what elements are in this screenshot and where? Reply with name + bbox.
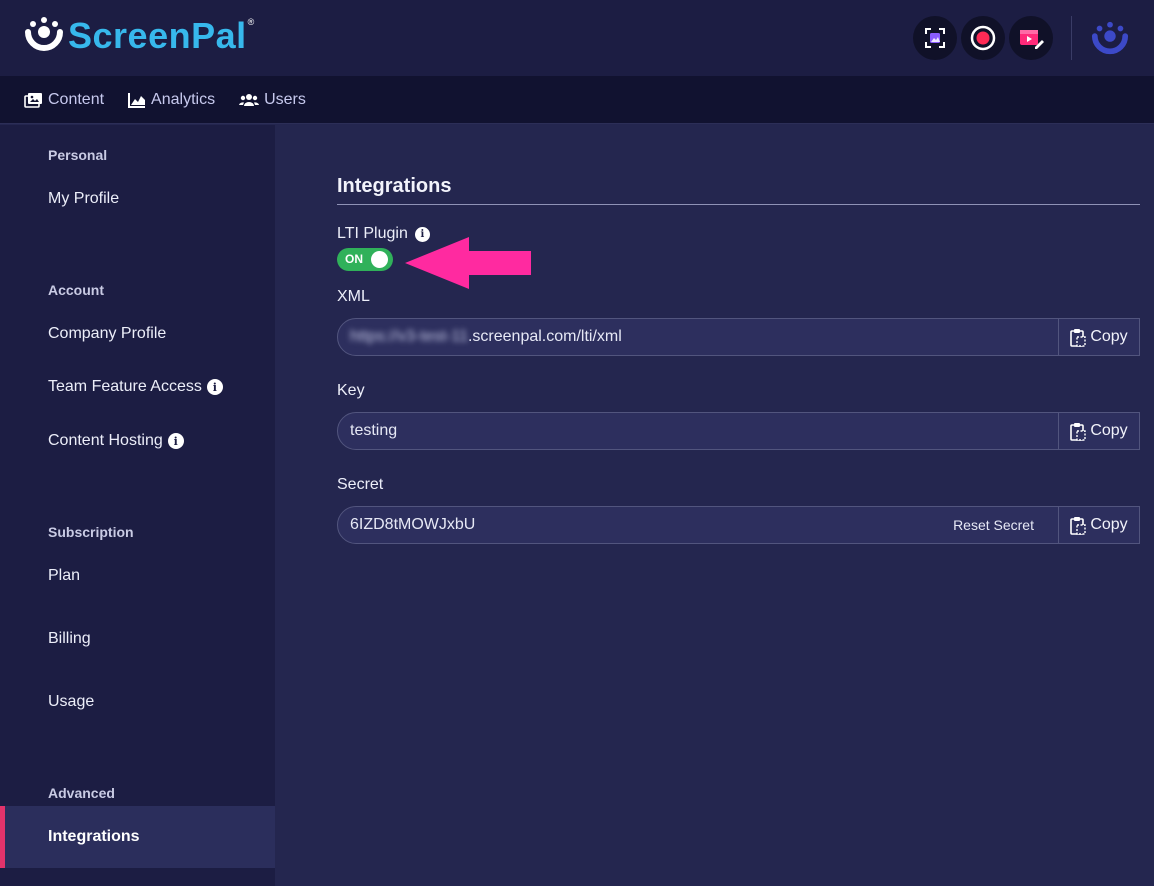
sidebar-item-label: Usage bbox=[48, 693, 95, 710]
sidebar-item-label: Integrations bbox=[48, 828, 140, 845]
toggle-state-text: ON bbox=[345, 252, 363, 266]
registered-mark: ® bbox=[247, 17, 255, 27]
info-icon[interactable]: i bbox=[167, 433, 184, 449]
clipboard-icon bbox=[1070, 328, 1087, 347]
sidebar-item-label: My Profile bbox=[48, 190, 120, 207]
secret-input[interactable] bbox=[338, 507, 930, 543]
xml-url-input[interactable] bbox=[467, 319, 1058, 355]
screenshot-button[interactable] bbox=[913, 16, 957, 60]
copy-xml-button[interactable]: Copy bbox=[1058, 319, 1139, 355]
secret-field-row: Reset Secret Copy bbox=[337, 506, 1140, 544]
copy-label: Copy bbox=[1090, 328, 1128, 345]
xml-field-row: https://v3-test-11 Copy bbox=[337, 318, 1140, 356]
header-actions bbox=[913, 16, 1154, 60]
video-edit-icon bbox=[1020, 30, 1044, 49]
video-editor-button[interactable] bbox=[1009, 16, 1053, 60]
copy-secret-button[interactable]: Copy bbox=[1058, 507, 1139, 543]
key-input[interactable] bbox=[338, 413, 1058, 449]
record-icon bbox=[970, 25, 996, 51]
sidebar-item-usage[interactable]: Usage bbox=[0, 687, 275, 717]
sidebar-item-billing[interactable]: Billing bbox=[0, 624, 275, 654]
xml-hidden-prefix: https://v3-test-11 bbox=[350, 328, 468, 345]
sidebar-group-account: Account bbox=[48, 282, 104, 298]
screenpal-logo[interactable]: ScreenPal ® bbox=[24, 16, 254, 56]
sidebar-item-label: Plan bbox=[48, 567, 81, 584]
annotation-arrow-icon bbox=[405, 237, 531, 289]
sidebar-item-content-hosting[interactable]: Content Hosting i bbox=[0, 426, 275, 456]
info-icon[interactable]: i bbox=[206, 379, 223, 395]
sidebar-item-label: Company Profile bbox=[48, 325, 167, 342]
sidebar-item-company-profile[interactable]: Company Profile bbox=[0, 319, 275, 349]
toggle-knob bbox=[371, 251, 388, 268]
secret-label: Secret bbox=[337, 476, 384, 493]
sidebar-group-subscription: Subscription bbox=[48, 524, 134, 540]
screenpal-logo-icon bbox=[25, 17, 63, 51]
key-field-row: Copy bbox=[337, 412, 1140, 450]
chart-icon bbox=[128, 92, 146, 108]
sidebar-item-label: Billing bbox=[48, 630, 91, 647]
copy-label: Copy bbox=[1090, 422, 1128, 439]
lti-plugin-toggle[interactable]: ON bbox=[337, 248, 393, 271]
record-button[interactable] bbox=[961, 16, 1005, 60]
title-divider bbox=[337, 204, 1140, 205]
main-nav: Content Analytics Users bbox=[0, 76, 1154, 124]
page-title: Integrations bbox=[337, 175, 452, 197]
images-icon bbox=[24, 92, 42, 108]
sidebar-group-advanced: Advanced bbox=[48, 785, 115, 801]
copy-key-button[interactable]: Copy bbox=[1058, 413, 1139, 449]
clipboard-icon bbox=[1070, 516, 1087, 535]
screenshot-icon bbox=[925, 28, 945, 48]
nav-analytics-label: Analytics bbox=[151, 90, 216, 108]
key-label: Key bbox=[337, 382, 365, 399]
reset-secret-button[interactable]: Reset Secret bbox=[929, 507, 1058, 543]
sidebar-item-label: Content Hosting bbox=[48, 432, 163, 449]
lti-plugin-text: LTI Plugin bbox=[337, 225, 408, 242]
sidebar-group-personal: Personal bbox=[48, 147, 108, 163]
nav-content-label: Content bbox=[48, 90, 105, 108]
sidebar-item-team-feature-access[interactable]: Team Feature Access i bbox=[0, 372, 275, 402]
sidebar-item-integrations[interactable]: Integrations bbox=[0, 806, 275, 868]
xml-label: XML bbox=[337, 288, 370, 305]
copy-label: Copy bbox=[1090, 516, 1128, 533]
clipboard-icon bbox=[1070, 422, 1087, 441]
users-icon bbox=[239, 93, 260, 106]
nav-content[interactable]: Content bbox=[24, 91, 104, 109]
nav-analytics[interactable]: Analytics bbox=[128, 91, 215, 109]
top-header: ScreenPal ® bbox=[0, 0, 1154, 76]
nav-users-label: Users bbox=[264, 90, 306, 108]
sidebar-item-plan[interactable]: Plan bbox=[0, 561, 275, 591]
settings-sidebar: Personal My Profile Account Company Prof… bbox=[0, 125, 275, 886]
header-divider bbox=[1071, 16, 1072, 60]
nav-users[interactable]: Users bbox=[239, 91, 306, 109]
avatar-icon bbox=[1091, 21, 1129, 55]
brand-name: ScreenPal bbox=[68, 15, 247, 56]
sidebar-item-label: Team Feature Access bbox=[48, 378, 202, 395]
account-avatar[interactable] bbox=[1090, 18, 1130, 58]
sidebar-item-my-profile[interactable]: My Profile bbox=[0, 184, 275, 214]
